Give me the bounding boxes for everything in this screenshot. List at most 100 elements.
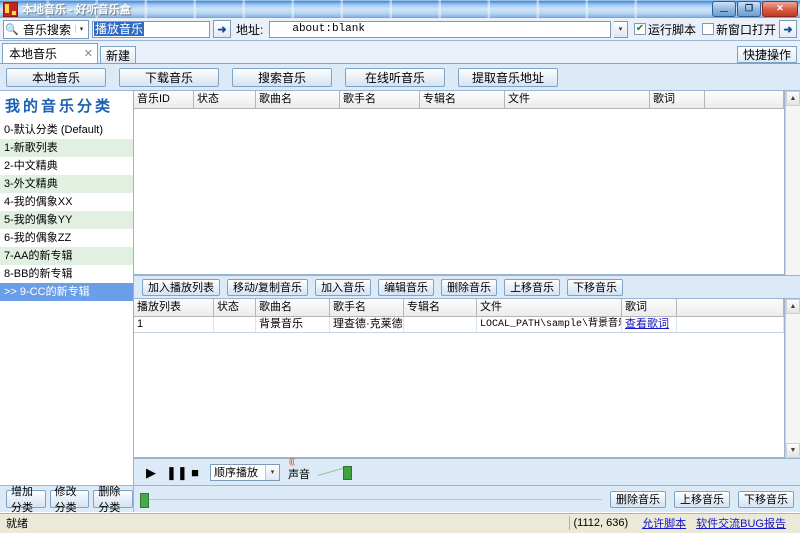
app-icon (3, 1, 18, 17)
category-action-bar: 增加分类 修改分类 删除分类 (0, 485, 134, 514)
volume-knob[interactable] (343, 466, 352, 480)
quick-operations-button[interactable]: 快捷操作 (736, 46, 797, 63)
col-album-name[interactable]: 专辑名 (404, 299, 477, 316)
sidebar-item-9[interactable]: >> 9-CC的新专辑 (0, 283, 133, 301)
sidebar-item-0[interactable]: 0-默认分类 (Default) (0, 121, 133, 139)
edit-category-button[interactable]: 修改分类 (49, 486, 90, 514)
move-up-music-button-bottom[interactable]: 上移音乐 (674, 490, 730, 508)
move-up-music-button[interactable]: 上移音乐 (504, 278, 561, 296)
sidebar-item-6[interactable]: 6-我的偶象ZZ (0, 229, 133, 247)
col-status[interactable]: 状态 (214, 299, 256, 316)
music-table-body[interactable] (134, 109, 784, 274)
playlist-table-scrollbar[interactable]: ▲ ▼ (785, 299, 800, 458)
maximize-button[interactable]: ❐ (737, 1, 761, 17)
col-lyric[interactable]: 歌词 (650, 91, 705, 108)
col-status[interactable]: 状态 (194, 91, 256, 108)
seek-bar-row: 删除音乐 上移音乐 下移音乐 (134, 485, 800, 512)
col-playlist[interactable]: 播放列表 (134, 299, 214, 316)
nav-button-search-music[interactable]: 搜索音乐 (232, 67, 332, 87)
search-go-button[interactable]: ➜ (213, 20, 232, 38)
address-dropdown-icon[interactable]: ▾ (613, 20, 628, 38)
volume-slider[interactable] (317, 465, 352, 480)
cell-filler (677, 317, 784, 332)
pause-button[interactable]: ❚❚ (166, 466, 188, 479)
col-song-name[interactable]: 歌曲名 (256, 299, 330, 316)
player-control-bar: ▶ ❚❚ ■ 顺序播放 ▾ ((( 声音 (134, 457, 800, 485)
scroll-up-icon[interactable]: ▲ (786, 299, 800, 314)
search-scope-combo[interactable]: 🔍 音乐搜索 ▾ (3, 19, 90, 39)
col-file[interactable]: 文件 (477, 299, 622, 316)
add-to-playlist-button[interactable]: 加入播放列表 (142, 278, 220, 296)
seek-knob[interactable] (140, 492, 149, 508)
edit-music-button[interactable]: 编辑音乐 (378, 278, 435, 296)
view-lyric-link[interactable]: 查看歌词 (625, 318, 669, 330)
minimize-button[interactable]: ─ (712, 1, 736, 17)
move-copy-music-button[interactable]: 移动/复制音乐 (227, 278, 309, 296)
cell-artist-name: 理查德·克莱德曼 (330, 317, 404, 332)
playlist-table-wrap: 播放列表 状态 歌曲名 歌手名 专辑名 文件 歌词 1 背景音乐 理查德·克莱德… (134, 299, 800, 458)
new-window-option[interactable]: 新窗口打开 (699, 21, 776, 38)
new-tab-button[interactable]: 新建 (100, 46, 137, 63)
delete-music-button[interactable]: 删除音乐 (441, 278, 498, 296)
col-music-id[interactable]: 音乐ID (134, 91, 194, 108)
table-row[interactable]: 1 背景音乐 理查德·克莱德曼 LOCAL_PATH\sample\背景音乐.m… (134, 317, 784, 333)
delete-music-button-bottom[interactable]: 删除音乐 (610, 490, 666, 508)
scroll-track[interactable] (786, 314, 800, 443)
sidebar-title: 我的音乐分类 (0, 91, 133, 121)
close-icon[interactable]: ✕ (74, 47, 93, 60)
sidebar-item-1[interactable]: 1-新歌列表 (0, 139, 133, 157)
music-table-scrollbar[interactable]: ▲ (785, 91, 800, 275)
cell-album-name (404, 317, 477, 332)
nav-button-online-music[interactable]: 在线听音乐 (345, 67, 445, 87)
nav-button-extract-url[interactable]: 提取音乐地址 (458, 67, 558, 87)
col-album-name[interactable]: 专辑名 (420, 91, 505, 108)
volume-label: ((( 声音 (288, 457, 310, 482)
sidebar-item-4[interactable]: 4-我的偶象XX (0, 193, 133, 211)
add-music-button[interactable]: 加入音乐 (315, 278, 372, 296)
run-script-checkbox[interactable]: ✔ (633, 23, 646, 35)
nav-button-local-music[interactable]: 本地音乐 (6, 67, 106, 87)
music-table[interactable]: 音乐ID 状态 歌曲名 歌手名 专辑名 文件 歌词 (134, 91, 785, 275)
chevron-down-icon[interactable]: ▾ (75, 25, 87, 33)
sidebar-item-2[interactable]: 2-中文精典 (0, 157, 133, 175)
sidebar-item-8[interactable]: 8-BB的新专辑 (0, 265, 133, 283)
sidebar-item-7[interactable]: 7-AA的新专辑 (0, 247, 133, 265)
add-category-button[interactable]: 增加分类 (6, 486, 46, 514)
col-artist-name[interactable]: 歌手名 (330, 299, 404, 316)
col-lyric[interactable]: 歌词 (622, 299, 677, 316)
sidebar-item-3[interactable]: 3-外文精典 (0, 175, 133, 193)
stop-button[interactable]: ■ (188, 466, 202, 479)
chevron-down-icon[interactable]: ▾ (265, 464, 279, 480)
playlist-table[interactable]: 播放列表 状态 歌曲名 歌手名 专辑名 文件 歌词 1 背景音乐 理查德·克莱德… (134, 299, 785, 458)
allow-script-link[interactable]: 允许脚本 (642, 515, 696, 531)
play-button[interactable]: ▶ (144, 466, 158, 479)
run-script-option[interactable]: ✔ 运行脚本 (631, 21, 696, 38)
close-button[interactable]: ✕ (762, 1, 798, 17)
cell-lyric[interactable]: 查看歌词 (622, 317, 677, 332)
col-song-name[interactable]: 歌曲名 (256, 91, 340, 108)
scroll-track[interactable] (786, 106, 800, 275)
sidebar-item-5[interactable]: 5-我的偶象YY (0, 211, 133, 229)
delete-category-button[interactable]: 删除分类 (93, 486, 134, 514)
bug-report-link[interactable]: 软件交流BUG报告 (696, 515, 796, 531)
scroll-up-icon[interactable]: ▲ (786, 91, 800, 106)
playlist-table-header: 播放列表 状态 歌曲名 歌手名 专辑名 文件 歌词 (134, 299, 784, 317)
volume-wave-icon: ((( (289, 456, 295, 466)
nav-button-download-music[interactable]: 下载音乐 (119, 67, 219, 87)
new-window-checkbox[interactable] (701, 23, 714, 35)
scroll-down-icon[interactable]: ▼ (786, 443, 800, 458)
col-file[interactable]: 文件 (505, 91, 650, 108)
volume-label-text: 声音 (288, 468, 310, 481)
address-input[interactable]: about:blank (269, 20, 611, 38)
col-artist-name[interactable]: 歌手名 (340, 91, 420, 108)
move-down-music-button-bottom[interactable]: 下移音乐 (738, 490, 794, 508)
address-go-button[interactable]: ➜ (779, 20, 797, 38)
playlist-table-body[interactable]: 1 背景音乐 理查德·克莱德曼 LOCAL_PATH\sample\背景音乐.m… (134, 317, 784, 457)
seek-slider[interactable] (140, 492, 602, 508)
search-input[interactable]: 播放音乐 (92, 20, 211, 38)
search-toolbar: 🔍 音乐搜索 ▾ 播放音乐 ➜ 地址: about:blank ▾ ✔ 运行脚本… (0, 18, 800, 41)
move-down-music-button[interactable]: 下移音乐 (567, 278, 624, 296)
category-list[interactable]: 0-默认分类 (Default) 1-新歌列表 2-中文精典 3-外文精典 4-… (0, 121, 133, 485)
tab-local-music[interactable]: 本地音乐 ✕ (2, 43, 98, 63)
play-mode-select[interactable]: 顺序播放 ▾ (210, 463, 280, 481)
